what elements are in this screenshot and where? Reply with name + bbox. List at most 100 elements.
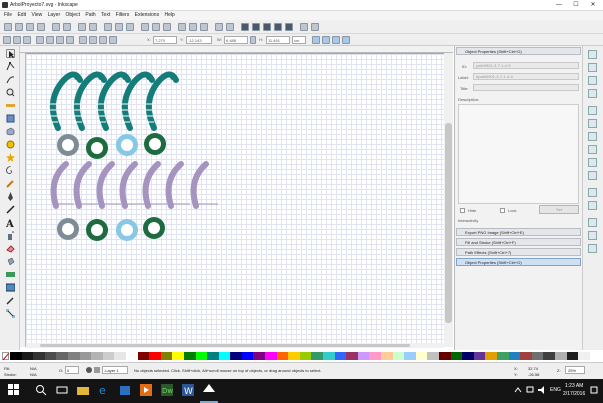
print-icon[interactable] [37,23,45,31]
interactivity-expander[interactable]: Interactivity [458,218,478,223]
selector-tool-icon[interactable] [6,49,15,58]
inkscape-taskbar-icon[interactable] [203,384,215,396]
palette-swatch[interactable] [473,352,486,360]
id-field[interactable]: path0901-3-7-1-4-9 [473,62,579,69]
palette-swatch[interactable] [114,352,126,360]
palette-swatch[interactable] [427,352,439,360]
palette-swatch[interactable] [543,352,555,360]
palette-swatch[interactable] [508,352,521,360]
unlink-clone-icon[interactable] [200,23,208,31]
spiral-tool-icon[interactable] [6,166,15,175]
palette-swatch[interactable] [438,352,451,360]
palette-swatch[interactable] [33,352,45,360]
palette-swatch[interactable] [381,352,393,360]
paste-icon[interactable] [126,23,134,31]
palette-swatch[interactable] [44,352,57,360]
palette-swatch[interactable] [207,352,219,360]
action-center-icon[interactable] [590,386,598,394]
paint-bucket-tool-icon[interactable] [6,257,15,266]
palette-swatch[interactable] [288,352,300,360]
fill-stroke-panel-header[interactable]: Fill and Stroke (Shift+Ctrl+F) [456,238,581,246]
menu-extensions[interactable]: Extensions [135,11,159,20]
palette-swatch[interactable] [334,352,347,360]
snap-paths-icon[interactable] [588,119,597,128]
clock-time[interactable]: 1:23 AM [565,383,583,389]
connector-tool-icon[interactable] [6,309,15,318]
new-document-icon[interactable] [4,23,12,31]
x-field[interactable]: 7.270 [153,36,177,44]
open-icon[interactable] [15,23,23,31]
palette-swatch[interactable] [485,352,497,360]
media-player-icon[interactable] [140,384,152,396]
text-font-icon[interactable] [252,23,260,31]
redo-icon[interactable] [89,23,97,31]
search-icon[interactable] [35,384,47,396]
raise-to-top-icon[interactable] [79,36,87,44]
palette-swatch[interactable] [149,352,161,360]
palette-swatch[interactable] [404,352,416,360]
palette-swatch[interactable] [137,352,150,360]
volume-icon[interactable] [538,386,546,394]
layers-icon[interactable] [263,23,271,31]
export-icon[interactable] [63,23,71,31]
snap-rotation-center-icon[interactable] [588,201,597,210]
scale-corners-icon[interactable] [322,36,330,44]
palette-swatch[interactable] [554,352,567,360]
task-view-icon[interactable] [56,384,68,396]
measure-tool-icon[interactable] [6,101,15,110]
select-all-layers-icon[interactable] [13,36,21,44]
lock-ratio-icon[interactable] [250,36,256,44]
zoom-tool-icon[interactable] [6,88,15,97]
snap-page-border-icon[interactable] [588,218,597,227]
palette-swatch[interactable] [323,352,335,360]
zoom-drawing-icon[interactable] [152,23,160,31]
object-properties-panel-header[interactable]: Object Properties (Shift+Ctrl+O) [456,258,581,266]
palette-swatch[interactable] [218,352,231,360]
star-tool-icon[interactable] [6,153,15,162]
palette-swatch[interactable] [172,352,184,360]
raise-icon[interactable] [89,36,97,44]
menu-text[interactable]: Text [101,11,110,20]
notifications-up-icon[interactable] [514,386,522,394]
edge-browser-icon[interactable]: e [98,384,110,397]
save-icon[interactable] [26,23,34,31]
palette-swatch[interactable] [531,352,544,360]
spray-tool-icon[interactable] [6,231,15,240]
palette-swatch[interactable] [415,352,428,360]
palette-swatch[interactable] [125,352,138,360]
palette-swatch[interactable] [462,352,474,360]
palette-swatch[interactable] [496,352,509,360]
calligraphy-tool-icon[interactable] [6,205,15,214]
align-distribute-icon[interactable] [285,23,293,31]
network-icon[interactable] [526,386,534,394]
path-effects-panel-header[interactable]: Path Effects (Shift+Ctrl+7) [456,248,581,256]
vertical-scroll-thumb[interactable] [445,123,452,323]
palette-swatch[interactable] [578,352,590,360]
palette-swatch[interactable] [520,352,532,360]
set-button[interactable]: Set [539,205,579,214]
gradient-tool-icon[interactable] [6,270,15,279]
circle-row-2[interactable] [57,217,165,241]
teal-scroll-row[interactable] [49,71,179,131]
zoom-selection-icon[interactable] [141,23,149,31]
text-tool-icon[interactable]: A [5,218,15,230]
clock-date[interactable]: 2/17/2016 [563,391,585,397]
palette-swatch[interactable] [392,352,405,360]
clone-icon[interactable] [189,23,197,31]
menu-object[interactable]: Object [66,11,80,20]
snap-nodes-icon[interactable] [588,106,597,115]
undo-icon[interactable] [78,23,86,31]
tweak-tool-icon[interactable] [6,75,15,84]
menu-help[interactable]: Help [164,11,174,20]
palette-swatch[interactable] [265,352,277,360]
palette-swatch[interactable] [160,352,173,360]
title-field[interactable] [473,84,579,91]
group-icon[interactable] [215,23,223,31]
snap-bbox-corner-icon[interactable] [588,89,597,98]
ellipse-tool-icon[interactable] [6,140,15,149]
fill-stroke-icon[interactable] [241,23,249,31]
palette-swatch[interactable] [183,352,196,360]
rectangle-tool-icon[interactable] [6,114,15,123]
object-properties-header[interactable]: Object Properties (Shift+Ctrl+O) [456,47,581,55]
palette-swatch[interactable] [79,352,92,360]
